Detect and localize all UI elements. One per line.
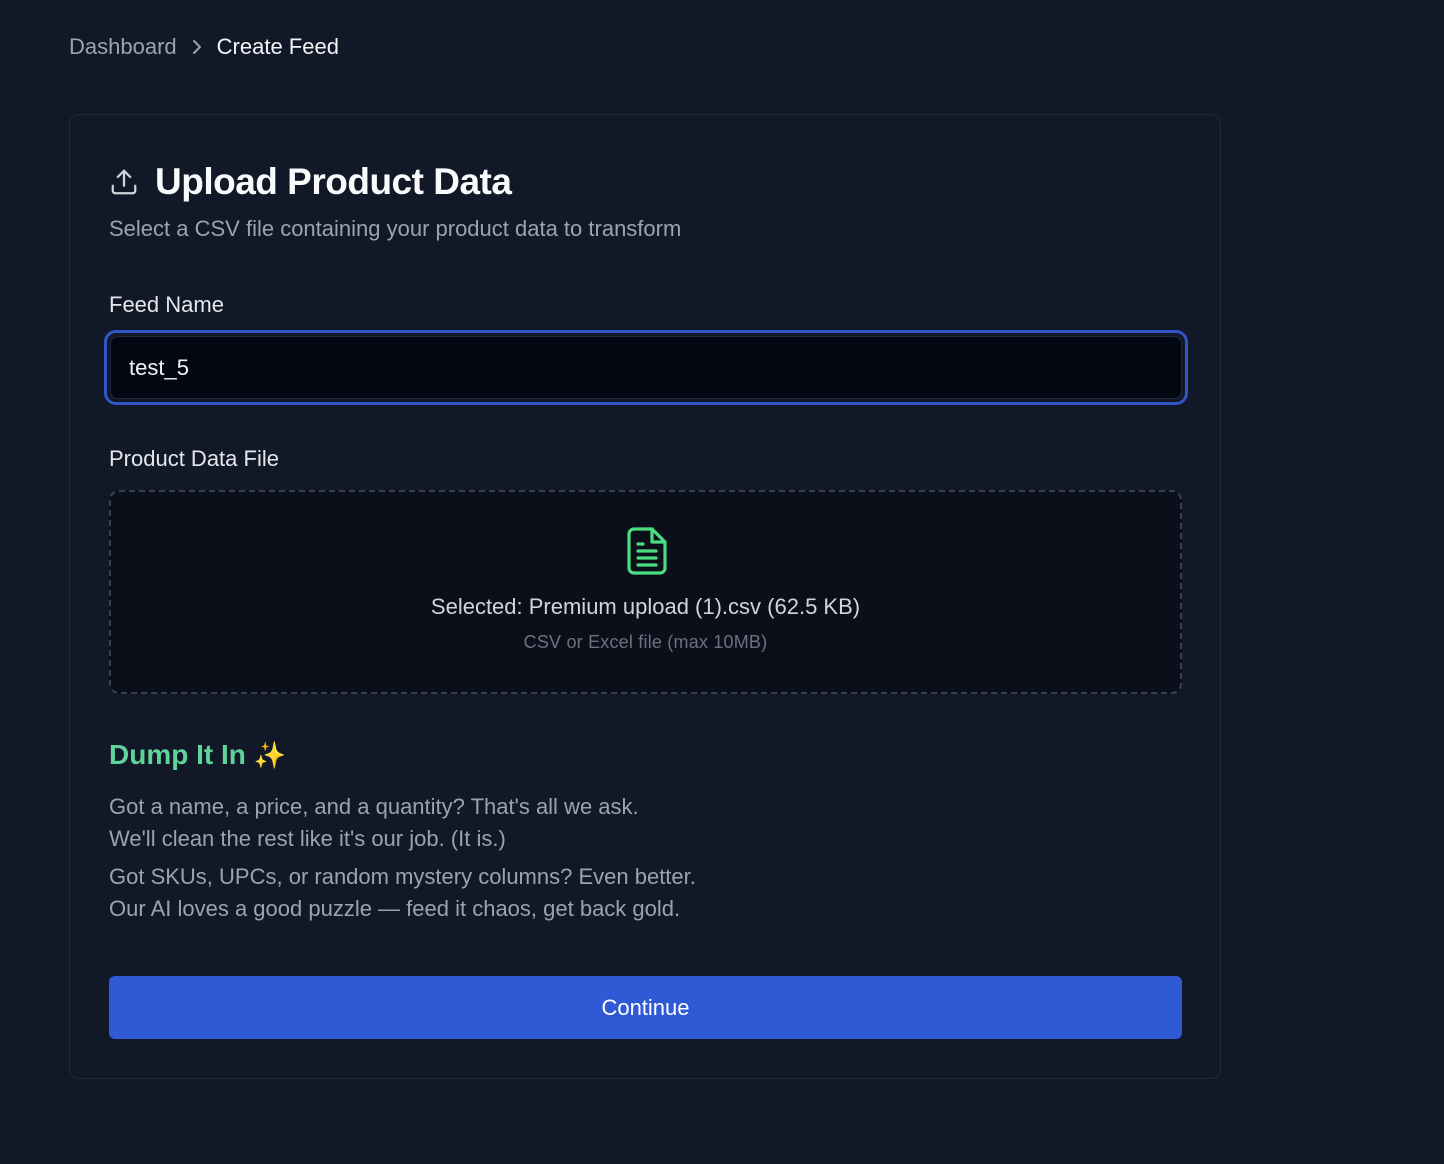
upload-icon bbox=[109, 167, 139, 197]
page-subtitle: Select a CSV file containing your produc… bbox=[109, 216, 682, 241]
feed-name-focus-ring bbox=[104, 330, 1188, 405]
product-file-label: Product Data File bbox=[109, 446, 279, 471]
file-dropzone[interactable]: Selected: Premium upload (1).csv (62.5 K… bbox=[109, 490, 1182, 694]
info-line: Got SKUs, UPCs, or random mystery column… bbox=[109, 864, 696, 889]
page-title: Upload Product Data bbox=[155, 161, 512, 202]
file-hint-text: CSV or Excel file (max 10MB) bbox=[523, 632, 768, 652]
selected-file-text: Selected: Premium upload (1).csv (62.5 K… bbox=[430, 594, 861, 619]
feed-name-label: Feed Name bbox=[109, 292, 224, 317]
info-paragraph-1: Got a name, a price, and a quantity? Tha… bbox=[109, 791, 639, 855]
dump-it-in-heading: Dump It In ✨ bbox=[109, 739, 286, 771]
info-paragraph-2: Got SKUs, UPCs, or random mystery column… bbox=[109, 861, 696, 925]
feed-name-input[interactable] bbox=[110, 336, 1182, 399]
info-line: Our AI loves a good puzzle — feed it cha… bbox=[109, 896, 681, 921]
card-header: Upload Product Data bbox=[109, 161, 512, 203]
info-line: We'll clean the rest like it's our job. … bbox=[109, 826, 506, 851]
dump-it-in-text: Dump It In bbox=[109, 739, 246, 770]
breadcrumb: Dashboard Create Feed bbox=[69, 32, 339, 62]
chevron-right-icon bbox=[191, 38, 203, 56]
continue-button[interactable]: Continue bbox=[109, 976, 1182, 1039]
info-line: Got a name, a price, and a quantity? Tha… bbox=[109, 794, 639, 819]
breadcrumb-current: Create Feed bbox=[216, 34, 339, 59]
file-text-icon bbox=[626, 526, 668, 576]
breadcrumb-dashboard-link[interactable]: Dashboard bbox=[69, 34, 177, 60]
sparkles-icon: ✨ bbox=[253, 739, 287, 770]
upload-card: Upload Product Data Select a CSV file co… bbox=[69, 114, 1221, 1079]
